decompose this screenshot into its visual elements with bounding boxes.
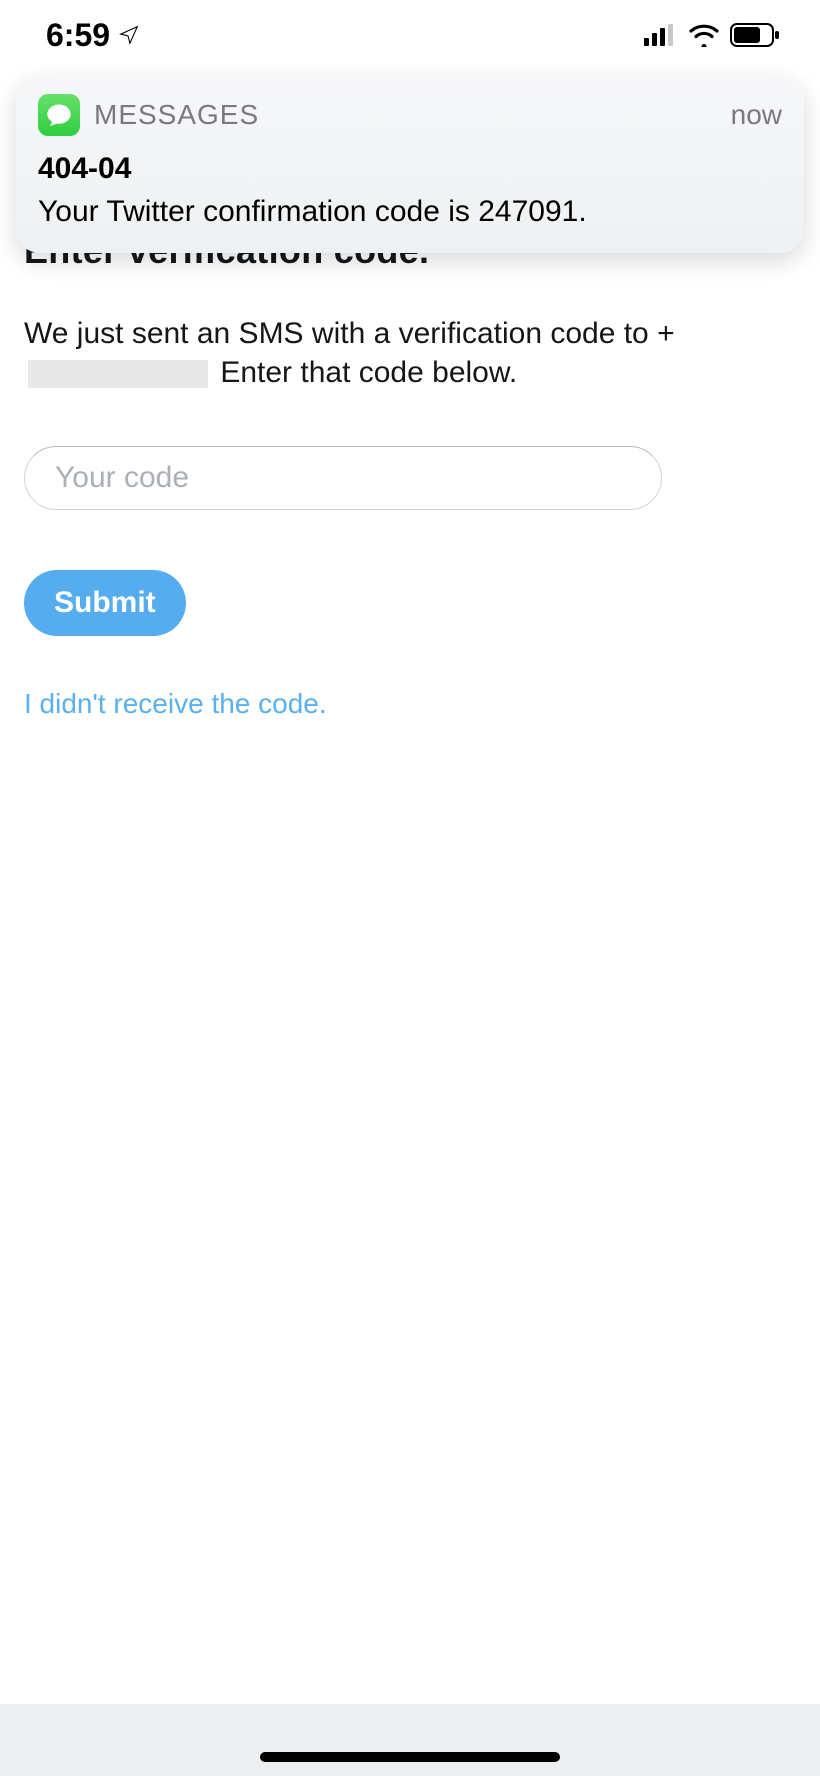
notification-header: MESSAGES now	[38, 94, 782, 136]
cellular-signal-icon	[644, 24, 678, 46]
status-time: 6:59	[46, 17, 110, 54]
battery-icon	[730, 23, 780, 47]
resend-code-link[interactable]: I didn't receive the code.	[24, 688, 327, 720]
notification-sender: 404-04	[38, 152, 782, 186]
notification-body: Your Twitter confirmation code is 247091…	[38, 192, 782, 231]
phone-redacted	[28, 360, 208, 388]
notification-header-left: MESSAGES	[38, 94, 259, 136]
status-right	[644, 23, 780, 47]
verification-code-input[interactable]	[24, 446, 662, 510]
status-bar: 6:59	[0, 0, 820, 70]
messages-app-icon	[38, 94, 80, 136]
verification-description: We just sent an SMS with a verification …	[24, 314, 796, 392]
desc-text-2: Enter that code below.	[212, 356, 517, 389]
notification-time: now	[731, 99, 782, 131]
notification-banner[interactable]: MESSAGES now 404-04 Your Twitter confirm…	[16, 76, 804, 253]
status-left: 6:59	[46, 17, 140, 54]
desc-text-1: We just sent an SMS with a verification …	[24, 317, 675, 350]
location-icon	[118, 24, 140, 46]
bottom-bar	[0, 1704, 820, 1776]
submit-button[interactable]: Submit	[24, 570, 186, 636]
notification-app-name: MESSAGES	[94, 99, 259, 131]
wifi-icon	[688, 23, 720, 47]
home-indicator[interactable]	[260, 1752, 560, 1762]
